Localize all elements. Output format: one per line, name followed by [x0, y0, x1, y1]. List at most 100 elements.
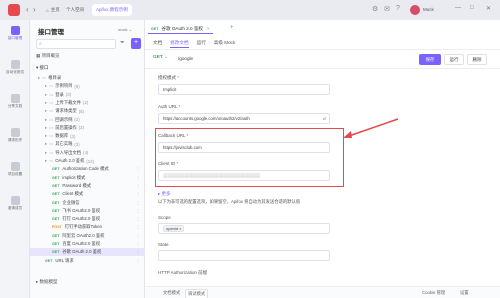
tree-item[interactable]: ▸ ▭ 根目录	[30, 74, 145, 82]
overview-item[interactable]: ▦ 项目概览	[36, 53, 60, 59]
tree-item[interactable]: ▸ ▭ 请求体类型 (5)	[30, 107, 145, 115]
callback-url-input[interactable]: https://jovisclub.com	[158, 142, 330, 153]
more-icon[interactable]: ⋮	[136, 216, 140, 222]
close-icon[interactable]: ×	[207, 26, 210, 31]
maximize-button[interactable]: □	[470, 5, 474, 11]
more-icon[interactable]: ⋮	[136, 249, 140, 255]
rail-label: 项目设置	[7, 172, 23, 176]
rail-item-history[interactable]: 请求历史	[0, 128, 30, 143]
chevron-down-icon: ⌄	[128, 27, 133, 32]
tree-item[interactable]: GET 阿里云 OAuth2.0 鉴权 ⋮	[30, 232, 145, 240]
home-tab[interactable]: ⌂ 主页	[42, 4, 64, 16]
cookie-button[interactable]: Cookie 管理	[422, 290, 445, 296]
edit-icon[interactable]: ⇄	[322, 116, 326, 122]
tree-item[interactable]: POST 钉钉手动获取Token ⋮	[30, 223, 145, 231]
chevron-right-icon: ▸	[45, 158, 48, 164]
tab-mock[interactable]: 高级 Mock	[214, 40, 235, 48]
auth-url-input[interactable]: https://accounts.google.com/o/oauth2/v2/…	[158, 113, 330, 124]
client-id-input[interactable]: ▒▒▒▒▒▒▒▒▒▒▒▒▒▒▒▒▒▒▒▒▒▒▒▒▒▒▒▒▒▒▒▒▒▒▒▒▒▒	[158, 170, 330, 181]
workspace-tab[interactable]: 个人空间	[62, 4, 88, 16]
add-button[interactable]: +	[131, 38, 141, 49]
tree-item[interactable]: GET 谷歌 OAuth 2.0 鉴权 ⋮	[30, 248, 145, 257]
rail-label: 邀请成员	[7, 206, 23, 210]
close-button[interactable]: ✕	[486, 5, 491, 12]
tree-item[interactable]: ▸ ▭ OAuth 2.0 鉴权 (12)	[30, 157, 145, 165]
tree-item[interactable]: GET URL 请求 ⋮	[30, 257, 145, 265]
tree-item[interactable]: ▸ ▭ 导入导出文档 (4)	[30, 149, 145, 157]
rail-item-share[interactable]: 分享文档	[0, 94, 30, 109]
interfaces-section[interactable]: ▾ 接口	[36, 65, 49, 71]
save-button[interactable]: 保存	[419, 54, 441, 65]
tree-item[interactable]: GET Authorization Code 模式 ⋮	[30, 165, 145, 173]
tree-item[interactable]: ▸ ▭ 前后置操作 (2)	[30, 124, 145, 132]
tree-item[interactable]: ▸ ▭ 其它实践 (3)	[30, 140, 145, 148]
settings-button[interactable]: 设置	[460, 290, 469, 296]
notification-icon[interactable]: ✉	[384, 5, 390, 13]
models-section[interactable]: ▸ 数据模型	[36, 279, 58, 285]
tree-item[interactable]: GET 企业微信 ⋮	[30, 199, 145, 207]
method-badge: GET	[45, 258, 53, 263]
header-prefix-label: HTTP Authorization 前缀	[158, 270, 208, 275]
auth-mode-select[interactable]: Implicit	[158, 84, 330, 95]
filter-icon[interactable]: ⏷	[120, 40, 125, 47]
rail-item-autotest[interactable]: 自动化测试	[0, 60, 30, 75]
tree-item-count: (4)	[83, 150, 89, 156]
add-tab-icon[interactable]: +	[230, 25, 234, 31]
user-name[interactable]: Mock	[423, 7, 434, 12]
chevron-right-icon: ▸	[45, 91, 48, 97]
delete-button[interactable]: 删除	[467, 54, 487, 65]
minimize-button[interactable]: —	[455, 5, 461, 11]
tab-edit-doc[interactable]: 修改文档	[170, 40, 189, 48]
more-icon[interactable]: ⋮	[136, 258, 140, 264]
method-badge: GET	[52, 217, 60, 222]
tree-item-label: 谷歌 OAuth 2.0 鉴权	[62, 249, 102, 255]
status-left[interactable]: 文档模式	[163, 290, 180, 296]
more-icon[interactable]: ⋮	[136, 241, 140, 247]
tree-item[interactable]: ▸ ▭ 回调示例 (2)	[30, 116, 145, 124]
rail-label: 接口管理	[7, 36, 23, 40]
run-button[interactable]: 运行	[444, 54, 464, 65]
more-icon[interactable]: ⋮	[136, 233, 140, 239]
project-tab[interactable]: Apifox 教程示例	[92, 4, 132, 16]
tab-doc[interactable]: 文档	[153, 40, 162, 48]
more-icon[interactable]: ⋮	[136, 166, 140, 172]
more-icon[interactable]: ⋮	[136, 175, 140, 181]
search-input[interactable]: ⌕	[36, 39, 116, 49]
url-input[interactable]: /google	[178, 56, 193, 61]
more-icon[interactable]: ⋮	[136, 200, 140, 206]
tree-item[interactable]: ▸ ▭ 上传下载文件 (2)	[30, 99, 145, 107]
settings-icon[interactable]: ⚙	[372, 5, 378, 13]
help-icon[interactable]: ?	[396, 5, 400, 12]
sub-tabs: 文档 修改文档 运行 高级 Mock	[153, 40, 235, 48]
avatar[interactable]	[410, 5, 420, 15]
more-icon[interactable]: ⋮	[136, 208, 140, 214]
tree-item[interactable]: GET Password 模式 ⋮	[30, 182, 145, 190]
tree-item[interactable]: GET 钉钉 OAuth2.0 鉴权 ⋮	[30, 215, 145, 223]
tree-item[interactable]: ▸ ▭ 数据库 (3)	[30, 132, 145, 140]
more-icon[interactable]: ⋮	[136, 191, 140, 197]
icon-rail: 接口管理 自动化测试 分享文档 请求历史 项目设置 邀请成员	[0, 20, 30, 298]
mode-toggle[interactable]: 调试模式	[185, 289, 209, 298]
tree-item-count: (2)	[83, 100, 89, 106]
tree-item[interactable]: ▸ ▭ 示例项目 (6)	[30, 82, 145, 90]
more-icon[interactable]: ⋮	[136, 224, 140, 230]
tree-item[interactable]: GET implicit 模式 ⋮	[30, 174, 145, 182]
rail-item-invite[interactable]: 邀请成员	[0, 196, 30, 211]
rail-item-interface[interactable]: 接口管理	[0, 26, 30, 41]
open-tab[interactable]: GET 谷歌 OAuth 2.0 鉴权 ×	[148, 24, 213, 34]
tree-item[interactable]: GET 飞书 OAuth2.0 鉴权 ⋮	[30, 207, 145, 215]
more-toggle[interactable]: ▸ 更多	[158, 191, 171, 197]
tree-item[interactable]: GET 百度 OAuth2.0 鉴权 ⋮	[30, 240, 145, 248]
state-input[interactable]	[158, 250, 330, 261]
scope-input[interactable]: openid ×	[158, 223, 330, 234]
tree-item[interactable]: GET Client 模式 ⋮	[30, 190, 145, 198]
back-button[interactable]: ‹	[26, 5, 29, 14]
env-selector[interactable]: mock ⌄	[118, 27, 132, 32]
more-icon[interactable]: ⋮	[136, 183, 140, 189]
forward-button[interactable]: ›	[33, 5, 36, 14]
rail-item-settings[interactable]: 项目设置	[0, 162, 30, 177]
method-select[interactable]: GET ⌄	[153, 55, 168, 60]
tab-run[interactable]: 运行	[197, 40, 206, 48]
tree-item-label: 导入导出文档	[55, 149, 82, 155]
tree-item[interactable]: ▸ ▭ 登录 (3)	[30, 91, 145, 99]
